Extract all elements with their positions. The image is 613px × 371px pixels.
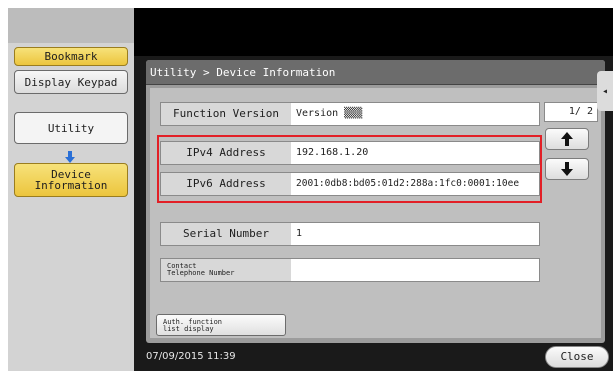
breadcrumb: Utility > Device Information <box>146 60 605 85</box>
display-keypad-button[interactable]: Display Keypad <box>14 70 128 94</box>
row-label: Contact Telephone Number <box>161 259 291 281</box>
utility-button[interactable]: Utility <box>14 112 128 144</box>
row-value: 2001:0db8:bd05:01d2:288a:1fc0:0001:10ee <box>296 178 520 189</box>
close-button[interactable]: Close <box>545 346 609 368</box>
auth-label-2: list display <box>163 325 214 333</box>
page-indicator: 1/ 2 <box>544 102 598 122</box>
row-value: 192.168.1.20 <box>296 147 369 158</box>
row-contact-telephone: Contact Telephone Number <box>160 258 540 282</box>
row-ipv6-address: IPv6 Address 2001:0db8:bd05:01d2:288a:1f… <box>160 172 540 196</box>
auth-function-list-display-button[interactable]: Auth. function list display <box>156 314 286 336</box>
up-arrow-icon <box>561 132 573 146</box>
bookmark-button[interactable]: Bookmark <box>14 47 128 66</box>
row-label: Serial Number <box>161 223 291 245</box>
row-value: 1 <box>296 228 303 239</box>
row-function-version: Function Version Version ▒▒▒ <box>160 102 540 126</box>
down-arrow-icon <box>561 162 573 176</box>
row-value: Version ▒▒▒ <box>296 108 363 119</box>
row-ipv4-address: IPv4 Address 192.168.1.20 <box>160 141 540 165</box>
left-panel-header <box>8 8 134 43</box>
main-area: Utility > Device Information Function Ve… <box>134 8 613 371</box>
screen: Bookmark Display Keypad Utility Device I… <box>8 8 613 371</box>
device-information-button[interactable]: Device Information <box>14 163 128 197</box>
row-label: IPv4 Address <box>161 142 291 164</box>
row-label: IPv6 Address <box>161 173 291 195</box>
collapse-arrow-icon[interactable]: ◂ <box>597 71 613 111</box>
top-bar <box>134 8 613 56</box>
device-information-label-2: Information <box>34 179 108 192</box>
telephone-number-label: Telephone Number <box>167 269 235 277</box>
scroll-up-button[interactable] <box>545 128 589 150</box>
row-serial-number: Serial Number 1 <box>160 222 540 246</box>
left-panel: Bookmark Display Keypad Utility Device I… <box>8 8 134 371</box>
status-datetime: 07/09/2015 11:39 <box>146 351 236 362</box>
device-info-panel: Utility > Device Information Function Ve… <box>146 60 605 343</box>
scroll-down-button[interactable] <box>545 158 589 180</box>
down-arrow-icon <box>64 148 76 163</box>
row-label: Function Version <box>161 103 291 125</box>
info-content: Function Version Version ▒▒▒ IPv4 Addres… <box>150 88 601 338</box>
